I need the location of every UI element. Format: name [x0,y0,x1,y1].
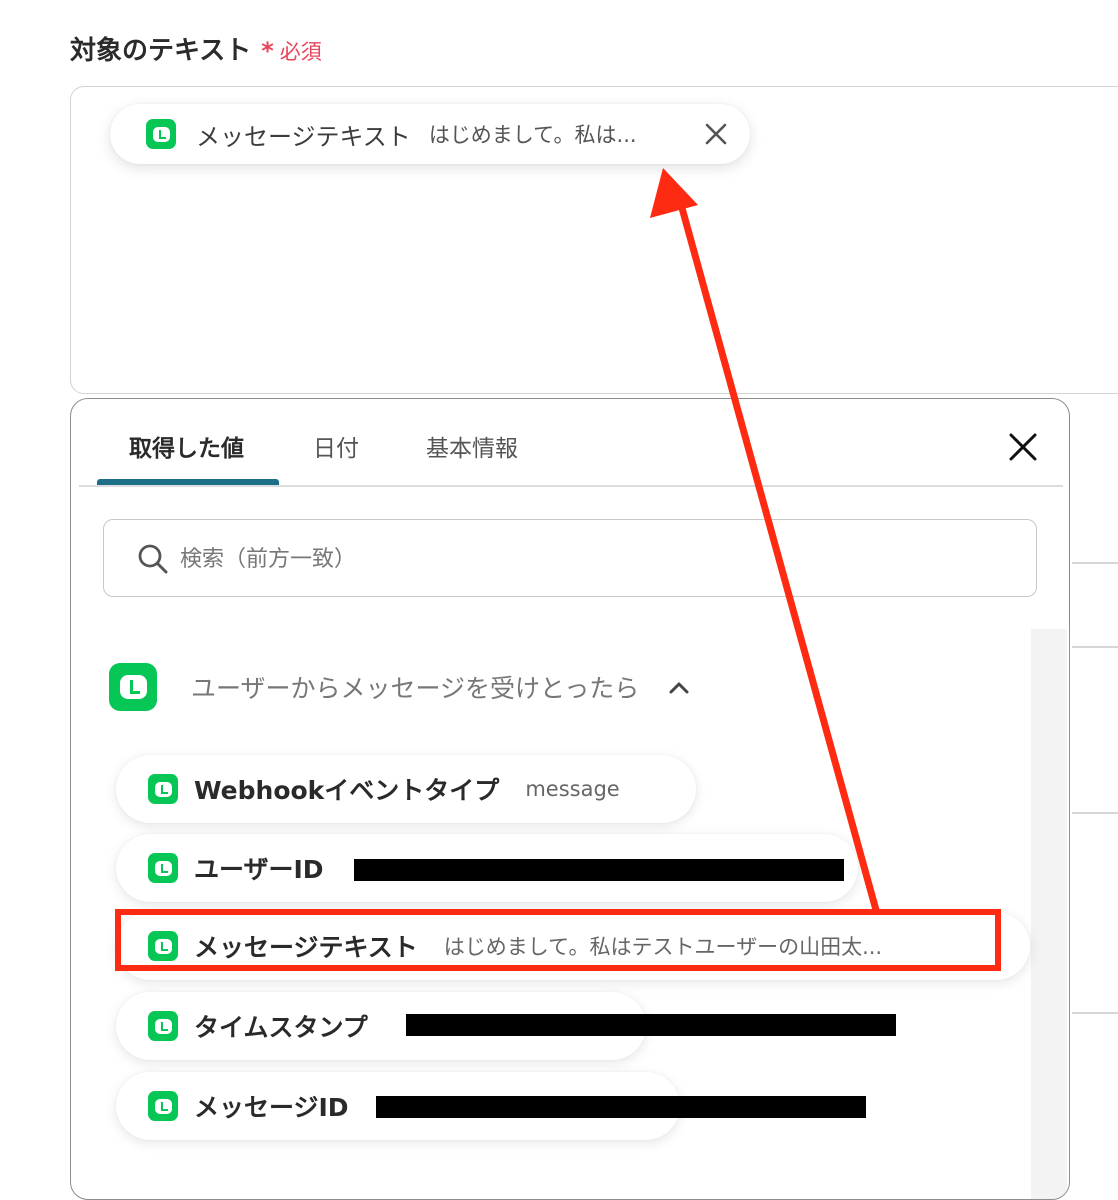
chip-label: メッセージテキスト [196,122,411,151]
tab-acquired-values[interactable]: 取得した値 [129,429,244,463]
background-divider [1072,812,1118,814]
redaction-bar [354,859,844,881]
background-divider [1072,646,1118,648]
field-label: 対象のテキスト * 必須 [70,30,322,67]
search-input[interactable] [178,538,782,580]
selected-value-chip[interactable]: メッセージテキスト はじめまして。私は... [110,104,750,164]
required-text: 必須 [279,40,322,64]
line-icon [146,119,176,149]
line-icon [148,853,178,883]
search-box [103,519,1037,597]
trigger-group-header[interactable]: ユーザーからメッセージを受けとったら [109,663,691,711]
annotation-highlight-box [115,909,1001,971]
tab-divider [79,485,1063,487]
redaction-bar [406,1014,896,1036]
tab-date[interactable]: 日付 [313,429,359,463]
redaction-bar [376,1096,866,1118]
chip-value: はじめまして。私は... [428,123,637,147]
tab-basic-info[interactable]: 基本情報 [426,429,518,463]
item-label: タイムスタンプ [194,1013,368,1042]
field-label-text: 対象のテキスト [70,36,252,66]
line-icon [148,1011,178,1041]
item-value: message [525,777,620,801]
line-icon [148,774,178,804]
line-icon [148,1091,178,1121]
item-label: ユーザーID [194,855,324,884]
required-asterisk: * [261,37,274,65]
background-divider [1072,1012,1118,1014]
list-item[interactable]: Webhookイベントタイプ message [116,755,696,823]
item-label: Webhookイベントタイプ [194,776,500,805]
group-title: ユーザーからメッセージを受けとったら [191,674,640,703]
chevron-up-icon[interactable] [667,679,691,695]
scrollbar[interactable] [1031,629,1067,1199]
item-label: メッセージID [194,1093,349,1122]
close-icon[interactable] [702,120,730,148]
search-icon [138,544,168,574]
background-divider [1072,562,1118,564]
line-icon [109,663,157,711]
close-icon[interactable] [1007,431,1039,463]
